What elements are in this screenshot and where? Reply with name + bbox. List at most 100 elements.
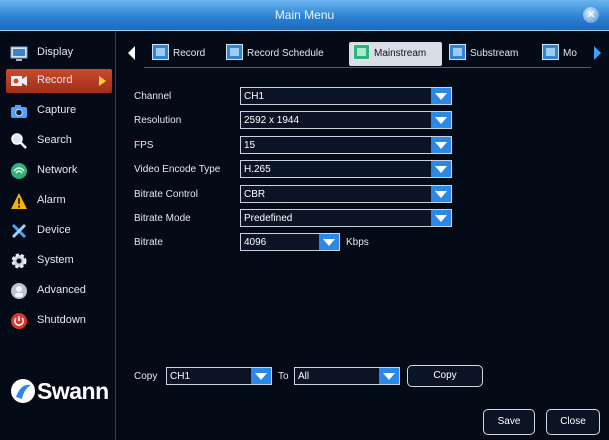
tab-record-schedule-icon	[226, 44, 243, 60]
chevron-down-icon	[379, 368, 399, 384]
tab-mainstream-icon	[353, 44, 370, 60]
capture-icon	[11, 105, 27, 118]
chevron-right-icon	[99, 76, 106, 86]
resolution-label: Resolution	[134, 115, 182, 126]
shutdown-icon	[11, 313, 27, 329]
sidebar-item-label: Display	[37, 46, 74, 58]
tab-label: Mainstream	[374, 48, 427, 59]
video-encode-type-value: H.265	[244, 164, 271, 175]
search-icon	[11, 133, 27, 149]
tab-substream[interactable]: Substream	[445, 42, 535, 66]
fps-row: FPS 15	[134, 136, 594, 156]
chevron-down-icon	[431, 186, 451, 202]
tab-label: Record Schedule	[247, 48, 324, 59]
network-icon	[11, 163, 27, 179]
brand-logo: Swann	[8, 371, 114, 411]
chevron-down-icon	[431, 88, 451, 104]
sidebar-item-record[interactable]: Record	[6, 69, 112, 93]
bitrate-control-value: CBR	[244, 189, 266, 200]
tab-record-schedule[interactable]: Record Schedule	[222, 42, 346, 66]
sidebar-item-alarm[interactable]: Alarm	[6, 189, 112, 213]
bitrate-control-label: Bitrate Control	[134, 189, 198, 200]
bitrate-control-row: Bitrate Control CBR	[134, 185, 594, 205]
tab-scroll-right-icon[interactable]	[594, 46, 601, 60]
copy-button[interactable]: Copy	[407, 365, 483, 387]
display-icon	[10, 46, 28, 61]
tab-mo-icon	[542, 44, 559, 60]
video-encode-type-row: Video Encode Type H.265	[134, 160, 594, 180]
fps-select[interactable]: 15	[240, 136, 452, 154]
sidebar-item-label: Advanced	[37, 284, 86, 296]
chevron-down-icon	[431, 210, 451, 226]
resolution-row: Resolution 2592 x 1944	[134, 111, 594, 131]
channel-row: Channel CH1	[134, 87, 594, 107]
fps-value: 15	[244, 140, 256, 151]
bitrate-row: Bitrate 4096 Kbps	[134, 233, 594, 253]
save-button[interactable]: Save	[483, 409, 535, 435]
advanced-icon	[11, 283, 27, 299]
tab-mainstream[interactable]: Mainstream	[349, 42, 442, 66]
main-panel: Record Record Schedule Mainstream Substr…	[116, 31, 609, 440]
tab-mo[interactable]: Mo	[538, 42, 588, 66]
copy-to-value: All	[298, 371, 310, 382]
sidebar-item-device[interactable]: Device	[6, 219, 112, 243]
video-encode-type-select[interactable]: H.265	[240, 160, 452, 178]
chevron-down-icon	[431, 137, 451, 153]
tab-label: Record	[173, 48, 206, 59]
copy-label: Copy	[134, 371, 158, 382]
channel-value: CH1	[244, 91, 265, 102]
fps-label: FPS	[134, 140, 154, 151]
bitrate-mode-row: Bitrate Mode Predefined	[134, 209, 594, 229]
title-bar: Main Menu ✕	[0, 0, 609, 31]
sidebar-item-advanced[interactable]: Advanced	[6, 279, 112, 303]
resolution-value: 2592 x 1944	[244, 115, 300, 126]
bitrate-unit: Kbps	[346, 237, 369, 248]
sidebar: Display Record Capture Search Network Al…	[0, 31, 116, 440]
brand-name: Swann	[37, 378, 109, 404]
sidebar-item-label: Record	[37, 74, 73, 86]
tab-scroll-left-icon[interactable]	[128, 46, 135, 60]
tab-record-icon	[152, 44, 169, 60]
bitrate-select[interactable]: 4096	[240, 233, 340, 251]
tab-substream-icon	[449, 44, 466, 60]
record-icon	[11, 76, 27, 86]
sidebar-item-label: Shutdown	[37, 314, 86, 326]
chevron-down-icon	[251, 368, 271, 384]
sidebar-item-capture[interactable]: Capture	[6, 99, 112, 123]
copy-from-select[interactable]: CH1	[166, 367, 272, 385]
chevron-down-icon	[431, 112, 451, 128]
chevron-down-icon	[319, 234, 339, 250]
sidebar-item-label: Capture	[37, 104, 77, 116]
sidebar-item-system[interactable]: System	[6, 249, 112, 273]
close-button[interactable]: Close	[546, 409, 600, 435]
sidebar-item-shutdown[interactable]: Shutdown	[6, 309, 112, 333]
tab-divider	[144, 67, 591, 68]
close-icon[interactable]: ✕	[583, 7, 599, 23]
swann-logo-icon	[11, 379, 35, 403]
copy-from-value: CH1	[170, 371, 191, 382]
sidebar-item-label: Network	[37, 164, 78, 176]
tab-label: Substream	[470, 48, 519, 59]
bitrate-value: 4096	[244, 237, 267, 248]
sidebar-item-search[interactable]: Search	[6, 129, 112, 153]
sidebar-item-display[interactable]: Display	[6, 41, 112, 65]
alarm-icon	[11, 193, 27, 209]
bitrate-mode-label: Bitrate Mode	[134, 213, 191, 224]
device-icon	[11, 223, 27, 239]
bitrate-mode-select[interactable]: Predefined	[240, 209, 452, 227]
tab-label: Mo	[563, 48, 577, 59]
channel-select[interactable]: CH1	[240, 87, 452, 105]
sidebar-item-label: System	[37, 254, 74, 266]
sidebar-item-label: Search	[37, 134, 72, 146]
bitrate-label: Bitrate	[134, 237, 163, 248]
chevron-down-icon	[431, 161, 451, 177]
bitrate-mode-value: Predefined	[244, 213, 293, 224]
video-encode-type-label: Video Encode Type	[134, 164, 221, 175]
resolution-select[interactable]: 2592 x 1944	[240, 111, 452, 129]
copy-to-select[interactable]: All	[294, 367, 400, 385]
bitrate-control-select[interactable]: CBR	[240, 185, 452, 203]
sidebar-item-network[interactable]: Network	[6, 159, 112, 183]
sidebar-item-label: Device	[37, 224, 71, 236]
tab-record[interactable]: Record	[148, 42, 218, 66]
system-icon	[11, 253, 27, 269]
